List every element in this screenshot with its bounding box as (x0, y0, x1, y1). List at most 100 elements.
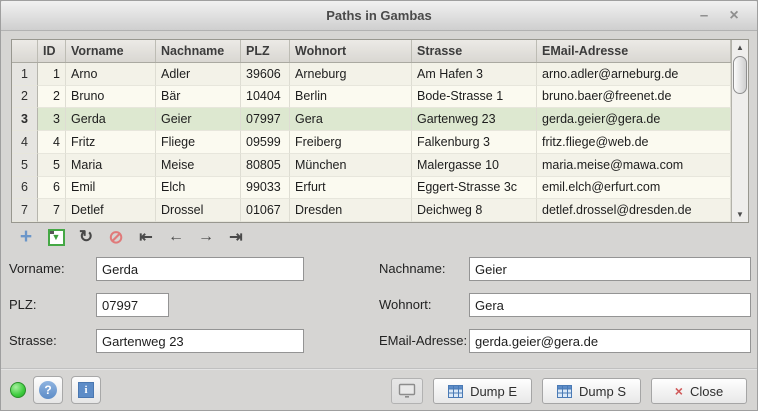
column-header-email[interactable]: EMail-Adresse (537, 40, 731, 62)
row-number: 2 (12, 86, 38, 109)
cell-nachname: Drossel (156, 199, 241, 222)
refresh-button[interactable]: ↻ (71, 226, 101, 248)
cell-strasse: Malergasse 10 (412, 154, 537, 177)
refresh-icon: ↻ (79, 227, 93, 247)
cell-strasse: Deichweg 8 (412, 199, 537, 222)
cancel-icon: ⊘ (108, 227, 123, 248)
cell-email: detlef.drossel@dresden.de (537, 199, 731, 222)
help-icon: ? (39, 381, 57, 399)
table-row[interactable]: 7 7 Detlef Drossel 01067 Dresden Deichwe… (12, 199, 731, 222)
table-row-selected[interactable]: 3 3 Gerda Geier 07997 Gera Gartenweg 23 … (12, 108, 731, 131)
cell-wohnort: Freiberg (290, 131, 412, 154)
cell-vorname: Arno (66, 63, 156, 86)
column-header-strasse[interactable]: Strasse (412, 40, 537, 62)
monitor-button[interactable] (391, 378, 423, 404)
row-number: 7 (12, 199, 38, 222)
last-record-button[interactable]: ⇥ (221, 226, 251, 248)
dump-s-button[interactable]: Dump S (542, 378, 641, 404)
save-record-button[interactable]: ▼ (41, 226, 71, 248)
nachname-field[interactable] (469, 257, 751, 281)
plz-field[interactable] (96, 293, 169, 317)
previous-record-icon: ← (168, 228, 184, 246)
cell-strasse: Eggert-Strasse 3c (412, 177, 537, 200)
footer-buttons: Dump E Dump S × Close (391, 378, 747, 404)
close-button[interactable]: × Close (651, 378, 747, 404)
cell-vorname: Gerda (66, 108, 156, 131)
grid-corner (12, 40, 38, 62)
cell-vorname: Emil (66, 177, 156, 200)
cell-nachname: Meise (156, 154, 241, 177)
row-number: 5 (12, 154, 38, 177)
cell-plz: 80805 (241, 154, 290, 177)
email-field[interactable] (469, 329, 751, 353)
cell-plz: 99033 (241, 177, 290, 200)
first-record-button[interactable]: ⇤ (131, 226, 161, 248)
app-window: Paths in Gambas – × ID Vorname Nachname … (0, 0, 758, 411)
column-header-vorname[interactable]: Vorname (66, 40, 156, 62)
next-record-icon: → (198, 228, 214, 246)
cell-nachname: Fliege (156, 131, 241, 154)
help-button[interactable]: ? (33, 376, 63, 404)
data-grid: ID Vorname Nachname PLZ Wohnort Strasse … (11, 39, 749, 223)
table-row[interactable]: 6 6 Emil Elch 99033 Erfurt Eggert-Strass… (12, 177, 731, 200)
cell-nachname: Elch (156, 177, 241, 200)
cell-email: arno.adler@arneburg.de (537, 63, 731, 86)
table-row[interactable]: 4 4 Fritz Fliege 09599 Freiberg Falkenbu… (12, 131, 731, 154)
cell-wohnort: Gera (290, 108, 412, 131)
scroll-up-icon[interactable]: ▲ (732, 40, 748, 55)
row-number: 3 (12, 108, 38, 131)
strasse-field[interactable] (96, 329, 304, 353)
cell-email: bruno.baer@freenet.de (537, 86, 731, 109)
column-header-id[interactable]: ID (38, 40, 66, 62)
wohnort-field[interactable] (469, 293, 751, 317)
column-header-nachname[interactable]: Nachname (156, 40, 241, 62)
cell-id: 6 (38, 177, 66, 200)
minimize-button[interactable]: – (691, 1, 717, 30)
window-title: Paths in Gambas (1, 1, 757, 30)
column-header-wohnort[interactable]: Wohnort (290, 40, 412, 62)
cell-strasse: Bode-Strasse 1 (412, 86, 537, 109)
table-icon (557, 385, 572, 398)
plz-label: PLZ: (9, 293, 36, 317)
wohnort-label: Wohnort: (379, 293, 432, 317)
scroll-down-icon[interactable]: ▼ (732, 207, 748, 222)
cell-plz: 39606 (241, 63, 290, 86)
cell-wohnort: Erfurt (290, 177, 412, 200)
info-button[interactable]: i (71, 376, 101, 404)
record-toolbar: + ▼ ↻ ⊘ ⇤ ← → ⇥ (11, 225, 251, 249)
title-bar[interactable]: Paths in Gambas – × (1, 1, 757, 31)
first-record-icon: ⇤ (139, 227, 152, 247)
cell-wohnort: Berlin (290, 86, 412, 109)
cancel-button[interactable]: ⊘ (101, 226, 131, 248)
cell-email: maria.meise@mawa.com (537, 154, 731, 177)
add-record-button[interactable]: + (11, 226, 41, 248)
row-number: 4 (12, 131, 38, 154)
save-icon: ▼ (48, 229, 65, 246)
vorname-field[interactable] (96, 257, 304, 281)
nachname-label: Nachname: (379, 257, 445, 281)
close-window-button[interactable]: × (721, 1, 747, 30)
table-row[interactable]: 2 2 Bruno Bär 10404 Berlin Bode-Strasse … (12, 86, 731, 109)
email-label: EMail-Adresse: (379, 329, 467, 353)
next-record-button[interactable]: → (191, 226, 221, 248)
plus-icon: + (20, 227, 32, 247)
column-header-plz[interactable]: PLZ (241, 40, 290, 62)
vertical-scrollbar[interactable]: ▲ ▼ (731, 40, 748, 222)
cell-plz: 09599 (241, 131, 290, 154)
footer-separator (1, 368, 757, 370)
table-row[interactable]: 5 5 Maria Meise 80805 München Malergasse… (12, 154, 731, 177)
cell-vorname: Detlef (66, 199, 156, 222)
close-x-icon: × (675, 383, 683, 399)
table-icon (448, 385, 463, 398)
scrollbar-thumb[interactable] (733, 56, 747, 94)
cell-wohnort: Arneburg (290, 63, 412, 86)
table-row[interactable]: 1 1 Arno Adler 39606 Arneburg Am Hafen 3… (12, 63, 731, 86)
last-record-icon: ⇥ (229, 227, 242, 247)
previous-record-button[interactable]: ← (161, 226, 191, 248)
cell-email: emil.elch@erfurt.com (537, 177, 731, 200)
cell-strasse: Gartenweg 23 (412, 108, 537, 131)
dump-e-button[interactable]: Dump E (433, 378, 532, 404)
minimize-icon: – (700, 7, 708, 24)
close-icon: × (729, 7, 738, 24)
cell-id: 2 (38, 86, 66, 109)
